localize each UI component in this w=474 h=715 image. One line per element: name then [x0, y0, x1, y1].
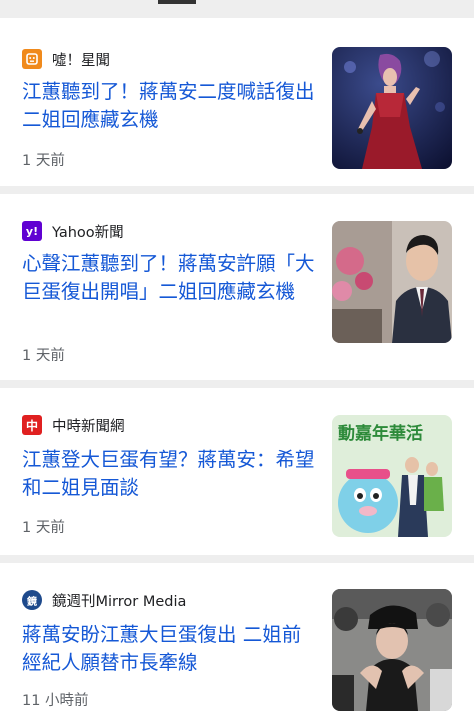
- banner-text: 動嘉年華活: [338, 423, 423, 444]
- scroll-indicator: [158, 0, 196, 4]
- timestamp: 1 天前: [22, 348, 65, 364]
- article-thumbnail[interactable]: [332, 47, 452, 169]
- source-logo-icon: 鏡: [22, 590, 42, 610]
- headline-link[interactable]: 心聲江蕙聽到了！蔣萬安許願「大巨蛋復出開唱」二姐回應藏玄機: [22, 250, 318, 306]
- source-row: y! Yahoo新聞: [22, 220, 124, 242]
- news-card-3[interactable]: 中 中時新聞網 江蕙登大巨蛋有望？蔣萬安：希望和二姐見面談 1 天前 動嘉年華活: [0, 388, 474, 555]
- news-card-4[interactable]: 鏡 鏡週刊Mirror Media 蔣萬安盼江蕙大巨蛋復出 二姐前經紀人願替市長…: [0, 563, 474, 715]
- timestamp: 1 天前: [22, 153, 65, 169]
- article-thumbnail[interactable]: [332, 221, 452, 343]
- news-card-1[interactable]: 噓！星聞 江蕙聽到了！蔣萬安二度喊話復出 二姐回應藏玄機 1 天前: [0, 18, 474, 186]
- article-thumbnail[interactable]: 動嘉年華活: [332, 415, 452, 537]
- source-row: 噓！星聞: [22, 48, 110, 70]
- article-thumbnail[interactable]: [332, 589, 452, 711]
- source-row: 中 中時新聞網: [22, 414, 125, 436]
- headline-link[interactable]: 蔣萬安盼江蕙大巨蛋復出 二姐前經紀人願替市長牽線: [22, 621, 318, 677]
- timestamp: 11 小時前: [22, 693, 89, 709]
- news-card-2[interactable]: y! Yahoo新聞 心聲江蕙聽到了！蔣萬安許願「大巨蛋復出開唱」二姐回應藏玄機…: [0, 194, 474, 380]
- source-name: 中時新聞網: [52, 418, 125, 435]
- headline-link[interactable]: 江蕙登大巨蛋有望？蔣萬安：希望和二姐見面談: [22, 446, 318, 502]
- source-row: 鏡 鏡週刊Mirror Media: [22, 589, 186, 611]
- source-name: Yahoo新聞: [52, 224, 124, 241]
- source-name: 鏡週刊Mirror Media: [52, 593, 187, 610]
- source-logo-icon: [22, 49, 42, 69]
- source-logo-icon: 中: [22, 415, 42, 435]
- top-strip: [0, 0, 474, 14]
- timestamp: 1 天前: [22, 520, 65, 536]
- source-logo-icon: y!: [22, 221, 42, 241]
- source-name: 噓！星聞: [52, 52, 110, 69]
- headline-link[interactable]: 江蕙聽到了！蔣萬安二度喊話復出 二姐回應藏玄機: [22, 78, 318, 134]
